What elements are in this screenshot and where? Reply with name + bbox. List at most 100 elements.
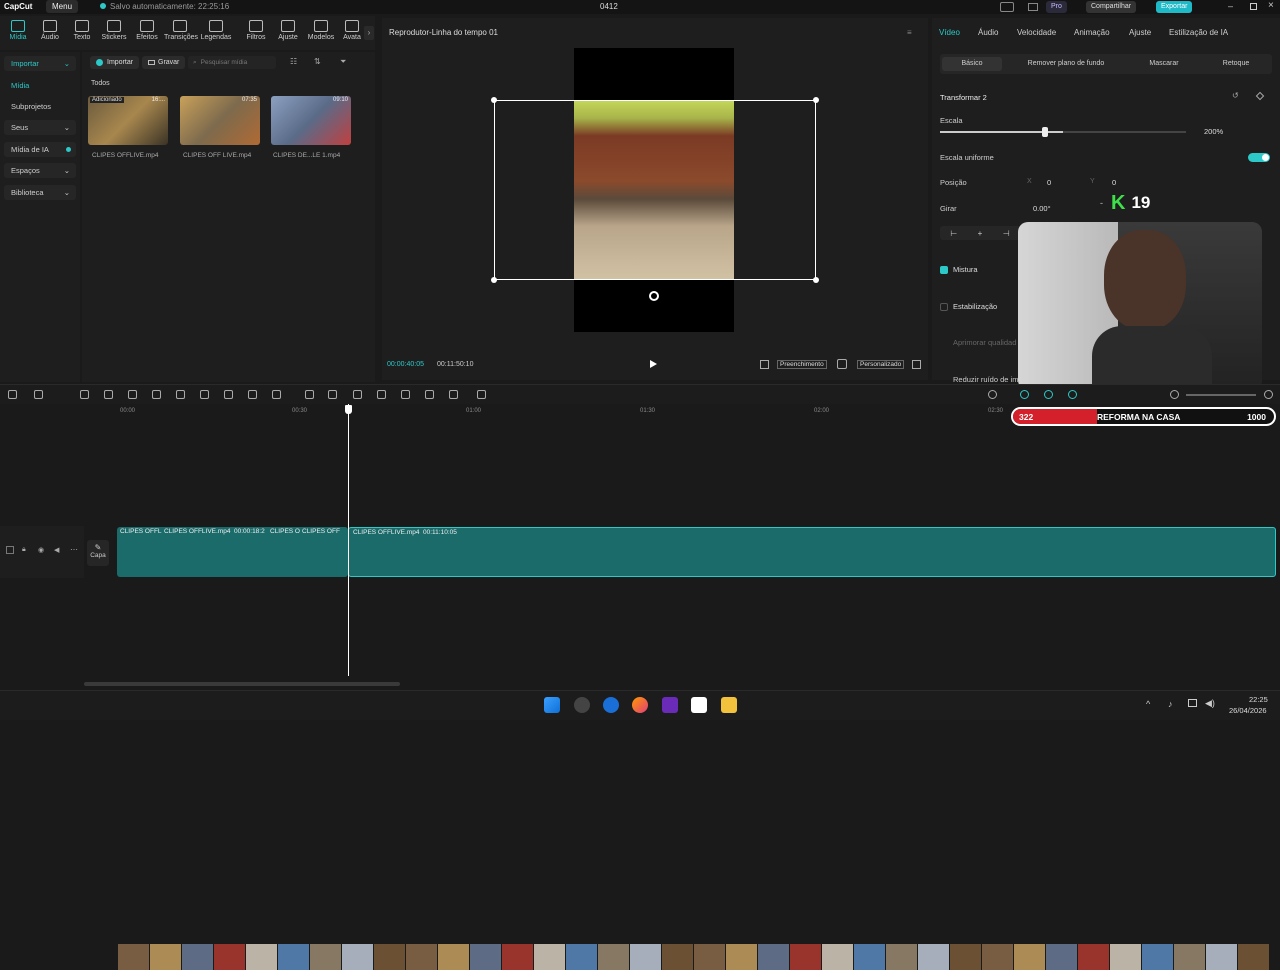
- keyframe-icon[interactable]: [449, 390, 458, 399]
- fill-button[interactable]: Preenchimento: [777, 360, 827, 369]
- toolbar-item-2[interactable]: Texto: [66, 20, 98, 41]
- ai-cut-icon[interactable]: [353, 390, 362, 399]
- pro-button[interactable]: Pro: [1046, 1, 1067, 13]
- share-button[interactable]: Compartilhar: [1086, 1, 1137, 13]
- main-clip[interactable]: CLIPES OFFLIVE.mp4 00:11:10:05: [348, 527, 1276, 577]
- toolbar-item-0[interactable]: Mídia: [2, 20, 34, 41]
- toolbar-item-7[interactable]: Filtros: [240, 20, 272, 41]
- play-icon[interactable]: [650, 360, 657, 368]
- track-select-icon[interactable]: [6, 546, 14, 554]
- maximize-icon[interactable]: [1250, 3, 1257, 10]
- menu-button[interactable]: Menu: [46, 0, 79, 13]
- zoom-out-icon[interactable]: [1170, 390, 1179, 399]
- steam-icon[interactable]: [603, 697, 619, 713]
- tab-speed[interactable]: Velocidade: [1017, 28, 1056, 37]
- toolbar-item-1[interactable]: Áudio: [34, 20, 66, 41]
- keyboard-icon[interactable]: [1028, 3, 1038, 11]
- nav-media[interactable]: Mídia: [4, 78, 76, 93]
- tab-animation[interactable]: Animação: [1074, 28, 1110, 37]
- speed-icon[interactable]: [272, 390, 281, 399]
- capcut-icon[interactable]: [691, 697, 707, 713]
- horizontal-scrollbar[interactable]: [84, 682, 400, 686]
- minimize-icon[interactable]: –: [1228, 1, 1233, 11]
- fullscreen-icon[interactable]: [912, 360, 921, 369]
- scale-slider[interactable]: [940, 131, 1186, 133]
- mirror-icon[interactable]: [328, 390, 337, 399]
- rotate-icon[interactable]: [425, 390, 434, 399]
- nav-library[interactable]: Biblioteca ⌄: [4, 185, 76, 200]
- media-thumb-2[interactable]: 07:35: [180, 96, 260, 145]
- mix-checkbox[interactable]: [940, 266, 948, 274]
- eye-icon[interactable]: ◉: [38, 546, 44, 554]
- nav-ai-media[interactable]: Mídia de IA: [4, 142, 76, 157]
- scale-slider-knob[interactable]: [1041, 127, 1048, 137]
- chrome-icon[interactable]: [574, 697, 590, 713]
- cover-button[interactable]: ✎ Capa: [87, 540, 109, 566]
- tab-audio[interactable]: Áudio: [978, 28, 998, 37]
- tab-video[interactable]: Vídeo: [939, 28, 960, 37]
- more-icon[interactable]: ⋯: [70, 545, 78, 554]
- delete-icon[interactable]: [200, 390, 209, 399]
- sub-tab-remove-bg[interactable]: Remover plano de fundo: [1016, 57, 1116, 71]
- music-app-icon[interactable]: [662, 697, 678, 713]
- playhead-handle[interactable]: [345, 405, 352, 414]
- resize-handle[interactable]: [813, 97, 819, 103]
- tab-adjust[interactable]: Ajuste: [1129, 28, 1151, 37]
- mic-icon[interactable]: ♪: [1168, 699, 1173, 709]
- ratio-icon[interactable]: [760, 360, 769, 369]
- grid-view-icon[interactable]: ☷: [290, 57, 297, 66]
- layout-icon[interactable]: [1000, 2, 1014, 12]
- x-value[interactable]: 0: [1047, 178, 1051, 187]
- fit-icon[interactable]: [401, 390, 410, 399]
- align-right-icon[interactable]: ⊣: [1003, 229, 1010, 238]
- toolbar-item-3[interactable]: Stickers: [98, 20, 130, 41]
- stabilization-checkbox[interactable]: [940, 303, 948, 311]
- undo-icon[interactable]: [80, 390, 89, 399]
- scale-value[interactable]: 200%: [1204, 127, 1223, 136]
- resize-handle[interactable]: [491, 277, 497, 283]
- toolbar-item-9[interactable]: Modelos: [305, 20, 337, 41]
- uniform-scale-toggle[interactable]: [1248, 153, 1270, 162]
- mute-icon[interactable]: [377, 390, 386, 399]
- mask-icon[interactable]: [224, 390, 233, 399]
- folder-icon[interactable]: [721, 697, 737, 713]
- filter-icon[interactable]: ⏷: [340, 57, 346, 67]
- nav-yours[interactable]: Seus ⌄: [4, 120, 76, 135]
- reset-icon[interactable]: ↺: [1232, 91, 1239, 100]
- resize-handle[interactable]: [491, 97, 497, 103]
- export-button[interactable]: Exportar: [1156, 1, 1193, 13]
- close-icon[interactable]: ×: [1268, 0, 1274, 11]
- rotate-value[interactable]: 0.00°: [1033, 204, 1051, 213]
- split-right-icon[interactable]: [176, 390, 185, 399]
- toolbar-item-5[interactable]: Transições: [164, 20, 198, 41]
- sort-icon[interactable]: ⇅: [314, 57, 321, 66]
- split-left-icon[interactable]: [152, 390, 161, 399]
- speaker-icon[interactable]: ◀: [54, 546, 59, 554]
- magnet-icon[interactable]: [1044, 390, 1053, 399]
- toolbar-item-8[interactable]: Ajuste: [272, 20, 304, 41]
- align-left-icon[interactable]: ⊢: [950, 229, 957, 238]
- resize-handle[interactable]: [813, 277, 819, 283]
- align-center-icon[interactable]: +: [978, 229, 983, 238]
- crop-icon[interactable]: [248, 390, 257, 399]
- mic-icon[interactable]: [988, 390, 997, 399]
- media-thumb-1[interactable]: Adicionado 16:...: [88, 96, 168, 145]
- select-icon[interactable]: [34, 390, 43, 399]
- marker-icon[interactable]: [477, 390, 486, 399]
- preview-icon[interactable]: [1068, 390, 1077, 399]
- monitor-icon[interactable]: [1188, 699, 1197, 707]
- sub-tab-basic[interactable]: Básico: [942, 57, 1002, 71]
- nav-spaces[interactable]: Espaços ⌄: [4, 163, 76, 178]
- player-menu-icon[interactable]: ≡: [907, 28, 912, 37]
- zoom-in-icon[interactable]: [1264, 390, 1273, 399]
- sub-tab-mask[interactable]: Mascarar: [1132, 57, 1196, 71]
- nav-import[interactable]: Importar ⌄: [4, 56, 76, 71]
- import-button[interactable]: Importar: [90, 56, 140, 69]
- add-icon[interactable]: [8, 390, 17, 399]
- redo-icon[interactable]: [104, 390, 113, 399]
- y-value[interactable]: 0: [1112, 178, 1116, 187]
- sub-tab-retouch[interactable]: Retoque: [1206, 57, 1266, 71]
- filter-all[interactable]: Todos: [91, 80, 110, 87]
- chevron-up-icon[interactable]: ^: [1146, 699, 1150, 709]
- playhead[interactable]: [348, 404, 349, 676]
